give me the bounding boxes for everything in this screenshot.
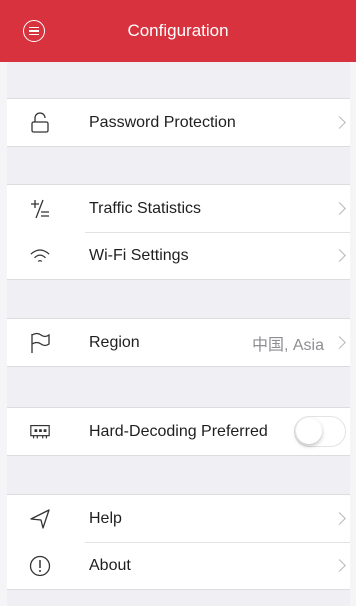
chevron-right-icon	[333, 249, 346, 262]
network-group: Traffic Statistics Wi-Fi Settings	[7, 184, 350, 280]
hard-decoding-row: Hard-Decoding Preferred	[7, 408, 350, 455]
help-group: Help About	[7, 494, 350, 590]
password-protection-row[interactable]: Password Protection	[7, 99, 350, 146]
lock-icon	[29, 111, 51, 134]
about-label: About	[89, 556, 131, 574]
page-title: Configuration	[127, 21, 229, 40]
region-label: Region	[89, 333, 140, 351]
wifi-settings-row[interactable]: Wi-Fi Settings	[7, 232, 350, 279]
flag-icon	[29, 332, 51, 354]
password-protection-label: Password Protection	[89, 113, 236, 131]
chevron-right-icon	[333, 512, 346, 525]
region-value: 中国, Asia	[251, 336, 324, 354]
info-icon	[29, 555, 51, 577]
right-edge	[350, 62, 356, 606]
traffic-statistics-label: Traffic Statistics	[89, 199, 202, 217]
plus-minus-icon	[29, 198, 51, 220]
nav-bar: Configuration	[0, 0, 356, 62]
chevron-right-icon	[333, 116, 346, 129]
toggle-knob	[296, 418, 322, 444]
config-screen: Configuration Password Protection Traffi…	[0, 0, 356, 606]
security-group: Password Protection	[7, 98, 350, 147]
chevron-right-icon	[333, 559, 346, 572]
chevron-right-icon	[333, 202, 346, 215]
send-icon	[29, 508, 51, 530]
decoder-icon	[29, 421, 51, 443]
wifi-icon	[29, 245, 51, 267]
hard-decoding-toggle[interactable]	[294, 416, 346, 447]
wifi-settings-label: Wi-Fi Settings	[89, 246, 189, 264]
help-label: Help	[89, 509, 122, 527]
traffic-statistics-row[interactable]: Traffic Statistics	[7, 185, 350, 232]
region-group: Region 中国, Asia	[7, 318, 350, 367]
decoding-group: Hard-Decoding Preferred	[7, 407, 350, 456]
menu-icon[interactable]	[23, 20, 45, 42]
left-edge	[0, 62, 7, 606]
hard-decoding-label: Hard-Decoding Preferred	[89, 422, 268, 440]
about-row[interactable]: About	[7, 542, 350, 589]
help-row[interactable]: Help	[7, 495, 350, 542]
chevron-right-icon	[333, 336, 346, 349]
region-row[interactable]: Region 中国, Asia	[7, 319, 350, 366]
